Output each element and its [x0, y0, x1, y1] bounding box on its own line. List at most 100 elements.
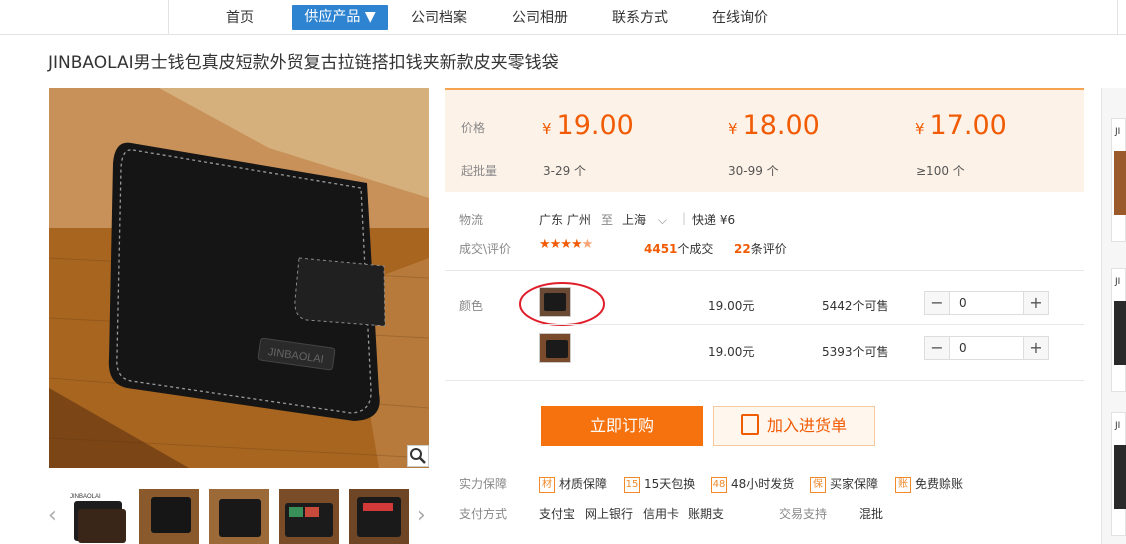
add-to-cart-button[interactable]: 加入进货单	[713, 406, 875, 446]
quantity-input[interactable]: 0	[959, 337, 967, 359]
guarantee-text: 免费赊账	[915, 477, 964, 491]
divider-pipe: |	[682, 211, 687, 225]
nav-home[interactable]: 首页	[226, 8, 254, 28]
logistics-label: 物流	[459, 213, 484, 227]
tier-price-value: 19.00	[556, 110, 634, 141]
top-nav: 首页 供应产品 ▼ 公司档案 公司相册 联系方式 在线询价	[0, 0, 1126, 35]
deal-count[interactable]: 4451个成交	[644, 240, 713, 257]
divider	[445, 270, 1084, 271]
recommend-image	[1114, 151, 1126, 215]
guarantee-item[interactable]: 材材质保障	[539, 475, 607, 493]
tier-price: ¥19.00	[542, 110, 634, 145]
recommend-image	[1114, 445, 1126, 509]
plus-button[interactable]: +	[1023, 292, 1048, 314]
tier-price-value: 17.00	[929, 110, 1007, 141]
currency-symbol: ¥	[915, 120, 925, 138]
recommend-card-label: JI	[1115, 277, 1121, 287]
guarantee-item[interactable]: 保买家保障	[810, 475, 878, 493]
quantity-stepper[interactable]: − 0 +	[924, 336, 1049, 360]
buy-now-button[interactable]: 立即订购	[541, 406, 703, 446]
recommend-card[interactable]: JI	[1111, 268, 1126, 392]
price-panel: 价格 起批量 ¥19.00 3-29 个 ¥18.00 30-99 个 ¥17.…	[445, 88, 1084, 192]
payment-method: 账期支	[688, 507, 725, 521]
shipping-fee: 快递 ¥6	[692, 213, 736, 227]
payment-label: 支付方式	[459, 507, 508, 521]
review-count-suffix: 条评价	[750, 242, 787, 256]
deal-count-value: 4451	[644, 242, 678, 256]
recommend-image	[1114, 301, 1126, 365]
wallet-photo: JINBAOLAI	[49, 88, 429, 468]
thumbnail-3[interactable]	[209, 489, 269, 544]
selected-highlight-circle	[519, 282, 605, 326]
color-label: 颜色	[459, 299, 484, 313]
nav-company-profile[interactable]: 公司档案	[411, 8, 467, 28]
qty-label: 起批量	[461, 164, 498, 178]
star-rating-icon: ★★★★★	[539, 237, 593, 252]
recommend-card-label: JI	[1115, 127, 1121, 137]
nav-supply-products[interactable]: 供应产品 ▼	[292, 5, 388, 30]
quantity-input[interactable]: 0	[959, 292, 967, 314]
nav-company-album[interactable]: 公司相册	[512, 8, 568, 28]
product-main-image[interactable]: JINBAOLAI	[49, 88, 429, 468]
thumbnail-1[interactable]: JINBAOLAI	[68, 489, 128, 544]
tier-qty: ≥100 个	[916, 164, 965, 178]
payment-method: 支付宝	[539, 507, 576, 521]
logistics-to-word: 至	[601, 213, 614, 227]
material-icon: 材	[539, 476, 555, 493]
zoom-icon[interactable]	[407, 445, 429, 467]
option-stock: 5442个可售	[822, 299, 889, 313]
nav-divider	[1117, 0, 1118, 34]
guarantee-text: 48小时发货	[731, 477, 795, 491]
credit-icon: 账	[895, 476, 911, 493]
currency-symbol: ¥	[728, 120, 738, 138]
recommend-card[interactable]: JI	[1111, 412, 1126, 536]
trade-support-label: 交易支持	[779, 507, 828, 521]
buyer-protect-icon: 保	[810, 476, 826, 493]
deal-count-suffix: 个成交	[677, 242, 714, 256]
review-count-value: 22	[734, 242, 751, 256]
divider	[445, 380, 1084, 381]
divider	[537, 324, 1084, 325]
thumbnail-2[interactable]	[139, 489, 199, 544]
minus-button[interactable]: −	[925, 337, 950, 359]
nav-contact[interactable]: 联系方式	[612, 8, 668, 28]
tier-price-value: 18.00	[742, 110, 820, 141]
tier-price: ¥18.00	[728, 110, 820, 145]
nav-inquiry[interactable]: 在线询价	[712, 8, 768, 28]
thumbs-prev-arrow-icon[interactable]: ‹	[48, 505, 60, 527]
guarantee-item[interactable]: 15 15天包换	[624, 475, 695, 493]
trade-support-value: 混批	[859, 507, 884, 521]
exchange-15-icon: 15	[624, 476, 640, 493]
thumbnail-4[interactable]	[279, 489, 339, 544]
deals-label: 成交\评价	[459, 242, 512, 256]
review-count[interactable]: 22条评价	[734, 240, 787, 257]
thumbnail-5[interactable]	[349, 489, 409, 544]
logistics-destination-select[interactable]: 上海 ⌵	[622, 211, 667, 228]
chevron-down-icon: ⌵	[657, 213, 667, 227]
option-price: 19.00元	[708, 299, 755, 313]
recommend-card-label: JI	[1115, 421, 1121, 431]
price-label: 价格	[461, 121, 486, 135]
payment-method: 网上银行	[585, 507, 634, 521]
guarantee-text: 材质保障	[559, 477, 608, 491]
nav-divider	[168, 0, 169, 34]
currency-symbol: ¥	[542, 120, 552, 138]
quantity-stepper[interactable]: − 0 +	[924, 291, 1049, 315]
thumbs-next-arrow-icon[interactable]: ›	[417, 505, 429, 527]
tier-qty: 30-99 个	[728, 164, 779, 178]
payment-method: 信用卡	[643, 507, 680, 521]
guarantee-item[interactable]: 账免费赊账	[895, 475, 963, 493]
guarantee-text: 15天包换	[644, 477, 696, 491]
minus-button[interactable]: −	[925, 292, 950, 314]
plus-button[interactable]: +	[1023, 337, 1048, 359]
option-price: 19.00元	[708, 345, 755, 359]
recommend-card[interactable]: JI	[1111, 118, 1126, 242]
guarantee-text: 买家保障	[830, 477, 879, 491]
tier-price: ¥17.00	[915, 110, 1007, 145]
dropdown-arrow-icon: ▼	[364, 9, 376, 25]
color-swatch-option-2[interactable]	[539, 333, 571, 363]
option-stock: 5393个可售	[822, 345, 889, 359]
logistics-from: 广东 广州	[539, 213, 591, 227]
guarantee-item[interactable]: 48 48小时发货	[711, 475, 794, 493]
add-to-cart-label: 加入进货单	[766, 416, 847, 435]
